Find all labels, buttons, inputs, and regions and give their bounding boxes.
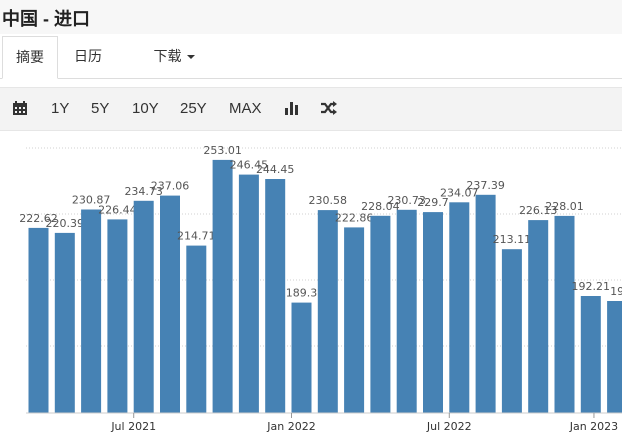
compare-button[interactable] — [320, 88, 338, 130]
page-header: 中国 - 进口 — [0, 0, 622, 34]
data-label: 214.71 — [177, 230, 216, 243]
bar-2021-07[interactable] — [133, 200, 154, 413]
bar-2021-10[interactable] — [212, 159, 233, 413]
bar-2022-06[interactable] — [423, 212, 443, 413]
bar-2022-03[interactable] — [344, 227, 365, 413]
data-label: 19 — [610, 285, 622, 298]
bar-2022-05[interactable] — [396, 209, 417, 413]
data-label: 213.11 — [493, 233, 532, 246]
data-label: 253.01 — [203, 144, 242, 157]
bar-2021-08[interactable] — [160, 195, 180, 413]
range-1y-button[interactable]: 1Y — [51, 88, 69, 130]
tab-download-label: 下载 — [153, 48, 182, 64]
x-tick-label: Jul 2022 — [426, 420, 472, 433]
range-10y-button[interactable]: 10Y — [132, 88, 159, 130]
bar-2022-01[interactable] — [291, 302, 312, 413]
tab-summary[interactable]: 摘要 — [2, 36, 58, 79]
bar-2022-04[interactable] — [370, 215, 391, 413]
bar-2021-12[interactable] — [265, 179, 286, 413]
chevron-down-icon — [186, 55, 195, 60]
data-label: 237.06 — [151, 180, 190, 193]
bar-2022-09[interactable] — [501, 249, 522, 413]
data-label: 228.01 — [545, 200, 584, 213]
bar-2022-08[interactable] — [475, 194, 496, 413]
chart-toolbar: 1Y 5Y 10Y 25Y MAX — [0, 87, 622, 131]
range-max-button[interactable]: MAX — [229, 88, 262, 130]
data-label: 244.45 — [256, 163, 295, 176]
bar-2021-05[interactable] — [81, 209, 102, 414]
range-5y-button[interactable]: 5Y — [91, 88, 109, 130]
bar-chart-icon — [285, 102, 298, 115]
bar-2022-12[interactable] — [580, 296, 601, 413]
data-label: 226.44 — [98, 203, 137, 216]
tab-bar: 摘要 日历 下载 — [0, 36, 622, 79]
bar-2022-07[interactable] — [449, 202, 470, 413]
bar-2022-10[interactable] — [528, 220, 549, 413]
tab-calendar-label: 日历 — [74, 48, 102, 64]
tab-summary-label: 摘要 — [16, 49, 44, 65]
bar-2021-03[interactable] — [28, 227, 49, 413]
imports-bar-chart: 222.62220.39230.87226.44234.73237.06214.… — [19, 144, 622, 433]
bar-2021-06[interactable] — [107, 219, 128, 413]
bar-2023-01[interactable] — [607, 301, 622, 413]
data-label: 222.86 — [335, 211, 374, 224]
data-label: 230.58 — [309, 194, 348, 207]
bar-2021-09[interactable] — [186, 245, 207, 413]
chart-type-button[interactable] — [284, 88, 300, 130]
data-label: 220.39 — [46, 217, 85, 230]
calendar-button[interactable] — [12, 88, 30, 130]
bar-2022-11[interactable] — [554, 215, 575, 413]
range-25y-button[interactable]: 25Y — [180, 88, 207, 130]
tab-download[interactable]: 下载 — [144, 36, 204, 77]
tab-calendar[interactable]: 日历 — [64, 36, 112, 77]
calendar-icon — [13, 101, 27, 115]
bar-2022-02[interactable] — [317, 210, 338, 413]
shuffle-icon — [321, 101, 337, 115]
page-title: 中国 - 进口 — [2, 9, 90, 29]
bar-2021-11[interactable] — [238, 174, 259, 413]
bar-2021-04[interactable] — [54, 232, 75, 413]
data-label: 237.39 — [466, 179, 505, 192]
data-label: 189.3 — [286, 287, 318, 300]
x-tick-label: Jan 2022 — [266, 420, 315, 433]
data-label: 192.21 — [572, 280, 611, 293]
x-tick-label: Jul 2021 — [110, 420, 156, 433]
x-tick-label: Jan 2023 — [569, 420, 618, 433]
